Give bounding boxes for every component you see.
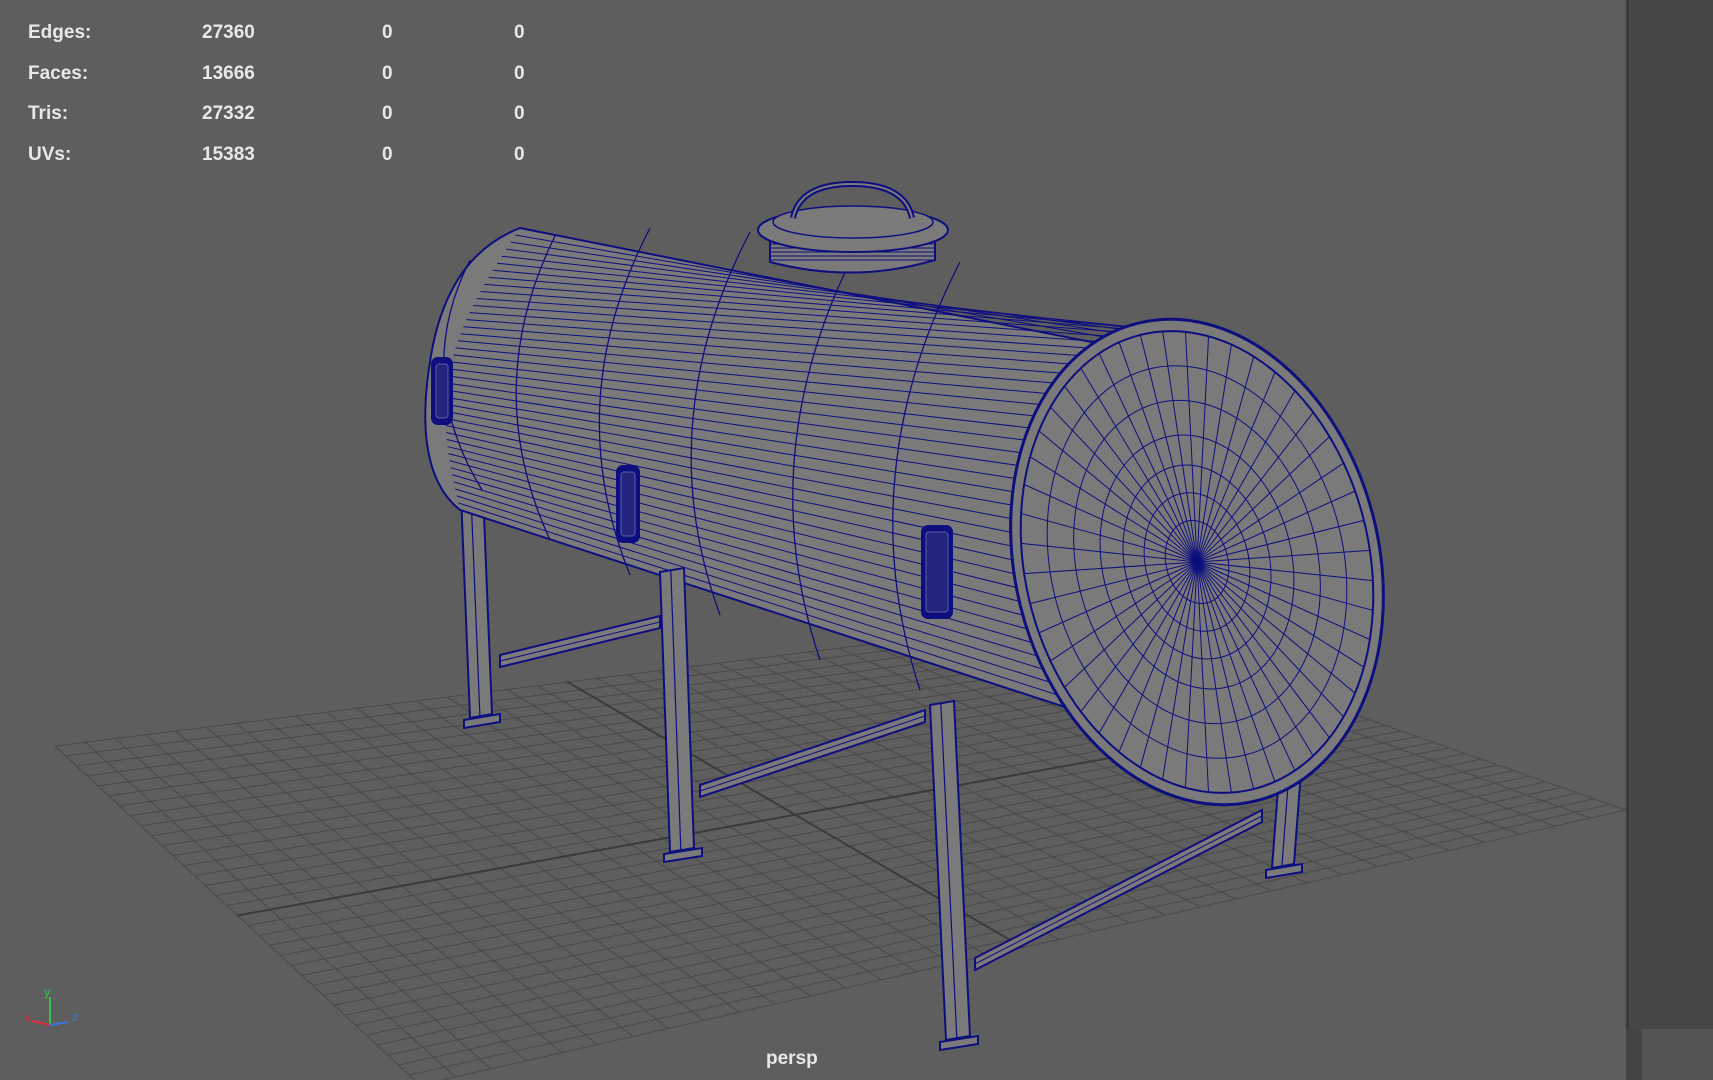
hud-value-selected: 0: [382, 22, 393, 43]
side-clamp-back-detail: [435, 363, 449, 419]
hud-value-triangles: 0: [514, 22, 525, 43]
axis-gizmo: y x z: [22, 984, 92, 1032]
right-panel-body: [1626, 0, 1713, 1029]
hud-value-triangles: 0: [514, 103, 525, 124]
axis-y-label: y: [44, 984, 51, 999]
hud-row-faces: Faces: 13666 0 0: [0, 63, 560, 87]
hud-row-tris: Tris: 27332 0 0: [0, 103, 560, 127]
hud-row-uvs: UVs: 15383 0 0: [0, 144, 560, 168]
hud-value-selected: 0: [382, 63, 393, 84]
hud-value-triangles: 0: [514, 63, 525, 84]
hud-label: Edges:: [28, 22, 92, 43]
right-panel: [1626, 0, 1713, 1080]
axis-x-label: x: [24, 1010, 31, 1025]
axis-gizmo-icon: [31, 997, 69, 1026]
hud-value-total: 27332: [202, 103, 255, 124]
hud-value-selected: 0: [382, 144, 393, 165]
hud-label: Tris:: [28, 103, 69, 124]
hud-label: Faces:: [28, 63, 89, 84]
side-clamp-middle-detail: [620, 471, 636, 537]
hud-value-triangles: 0: [514, 144, 525, 165]
hud-value-selected: 0: [382, 103, 393, 124]
hud-value-total: 27360: [202, 22, 255, 43]
3d-viewport[interactable]: Edges: 27360 0 0 Faces: 13666 0 0 Tris: …: [0, 0, 1626, 1080]
hud-row-edges: Edges: 27360 0 0: [0, 22, 560, 46]
hud-value-total: 15383: [202, 144, 255, 165]
leg-middle: [658, 566, 696, 854]
rail-edge: [699, 715, 926, 792]
right-panel-footer: [1642, 1029, 1713, 1080]
hud-value-total: 13666: [202, 63, 255, 84]
side-clamp-front-detail: [925, 531, 949, 613]
ground-grid: [54, 617, 1626, 1080]
hud-label: UVs:: [28, 144, 72, 165]
axis-z-label: z: [72, 1009, 79, 1024]
rail-edge: [499, 621, 661, 662]
camera-name-label: persp: [766, 1048, 818, 1069]
